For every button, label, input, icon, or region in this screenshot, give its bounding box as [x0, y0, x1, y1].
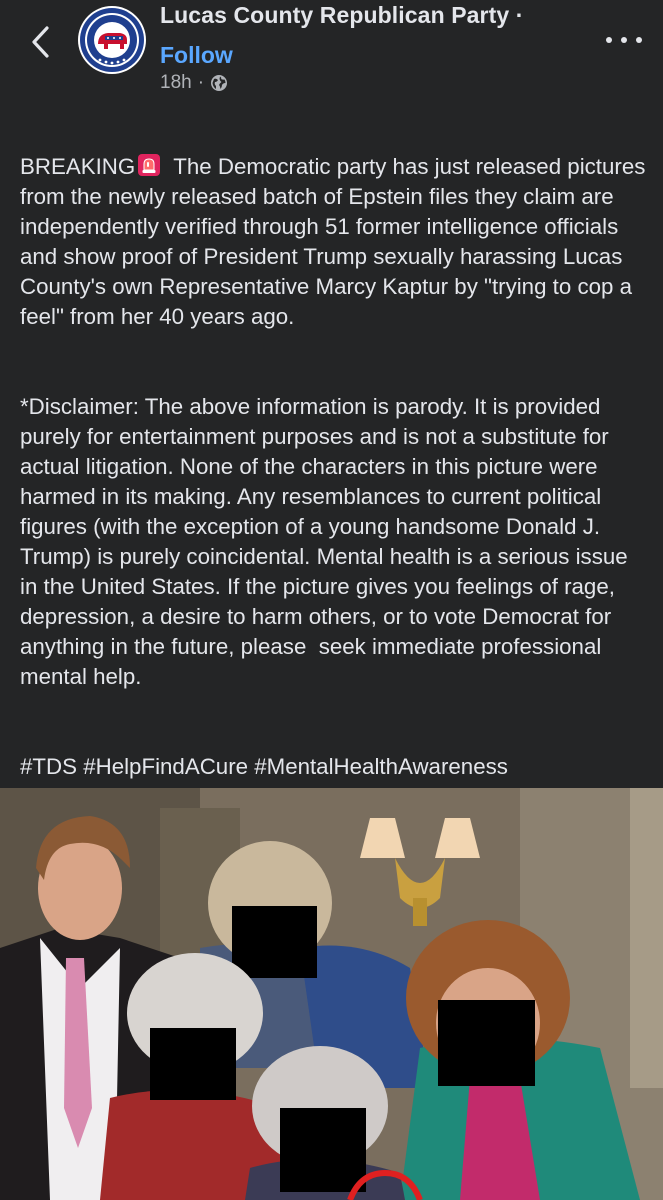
siren-icon: [138, 154, 161, 176]
post-header: Lucas County Republican Party · Follow 1…: [0, 0, 663, 110]
page-name[interactable]: Lucas County Republican Party: [160, 2, 509, 28]
republican-logo: [80, 8, 144, 72]
breaking-label: BREAKING: [20, 154, 136, 179]
post-photo[interactable]: [0, 788, 663, 1200]
back-button[interactable]: [22, 20, 58, 64]
post-text: BREAKING The Democratic party has just r…: [20, 122, 650, 842]
globe-icon: [211, 75, 228, 91]
dot: [621, 37, 627, 43]
post-time[interactable]: 18h: [160, 72, 192, 94]
meta-separator: ·: [197, 72, 205, 93]
title-separator: ·: [515, 2, 524, 28]
page-avatar[interactable]: [78, 6, 146, 74]
post-paragraph-2: *Disclaimer: The above information is pa…: [20, 394, 634, 689]
paragraph-1-text: The Democratic party has just released p…: [20, 154, 652, 329]
photo-illustration: [0, 788, 663, 1200]
page-name-row: Lucas County Republican Party ·: [160, 2, 524, 29]
post-meta: 18h ·: [160, 72, 228, 94]
dot: [636, 37, 642, 43]
more-options-button[interactable]: [606, 28, 642, 52]
follow-button[interactable]: Follow: [160, 42, 233, 69]
post-paragraph-1: BREAKING The Democratic party has just r…: [20, 152, 650, 332]
dot: [606, 37, 612, 43]
chevron-left-icon: [32, 26, 49, 58]
